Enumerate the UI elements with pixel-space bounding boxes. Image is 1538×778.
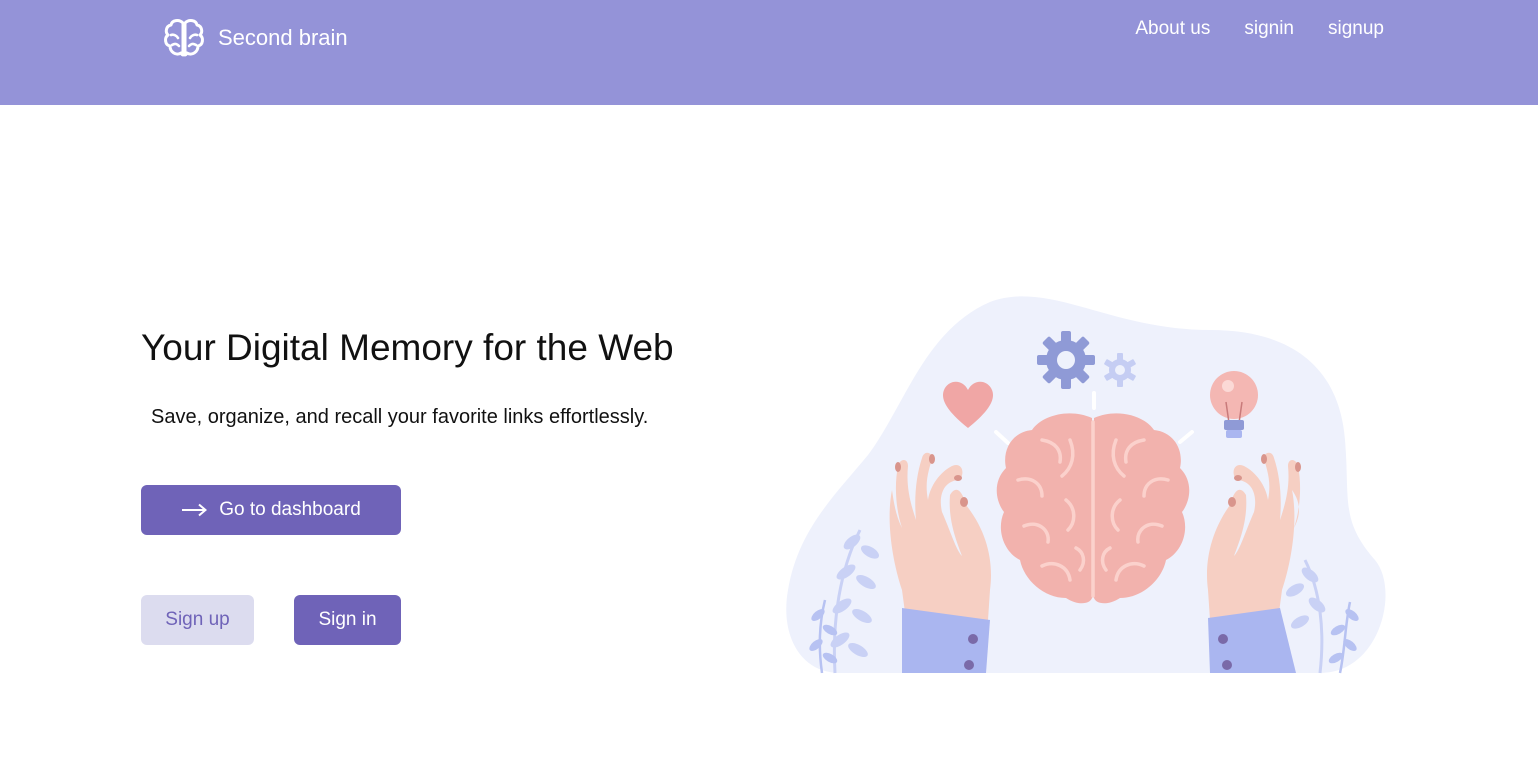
- sign-in-button[interactable]: Sign in: [294, 595, 401, 645]
- nav-link-signin[interactable]: signin: [1244, 18, 1294, 40]
- brain-illustration: [786, 296, 1386, 674]
- arrow-right-icon: [182, 503, 208, 517]
- hero-subtitle: Save, organize, and recall your favorite…: [151, 406, 649, 428]
- navbar: Second brain About us signin signup: [0, 0, 1538, 105]
- brand-logo-link[interactable]: Second brain: [162, 16, 348, 60]
- brand-name: Second brain: [218, 25, 348, 50]
- go-to-dashboard-button[interactable]: Go to dashboard: [141, 485, 401, 535]
- go-to-dashboard-label: Go to dashboard: [219, 499, 361, 520]
- sign-up-button[interactable]: Sign up: [141, 595, 254, 645]
- brain-icon: [164, 19, 204, 57]
- nav-link-signup[interactable]: signup: [1328, 18, 1384, 40]
- gear-icon: [1037, 331, 1095, 389]
- nav-link-about[interactable]: About us: [1135, 18, 1210, 40]
- hero-title: Your Digital Memory for the Web: [141, 327, 674, 368]
- nav-links: About us signin signup: [1135, 18, 1384, 40]
